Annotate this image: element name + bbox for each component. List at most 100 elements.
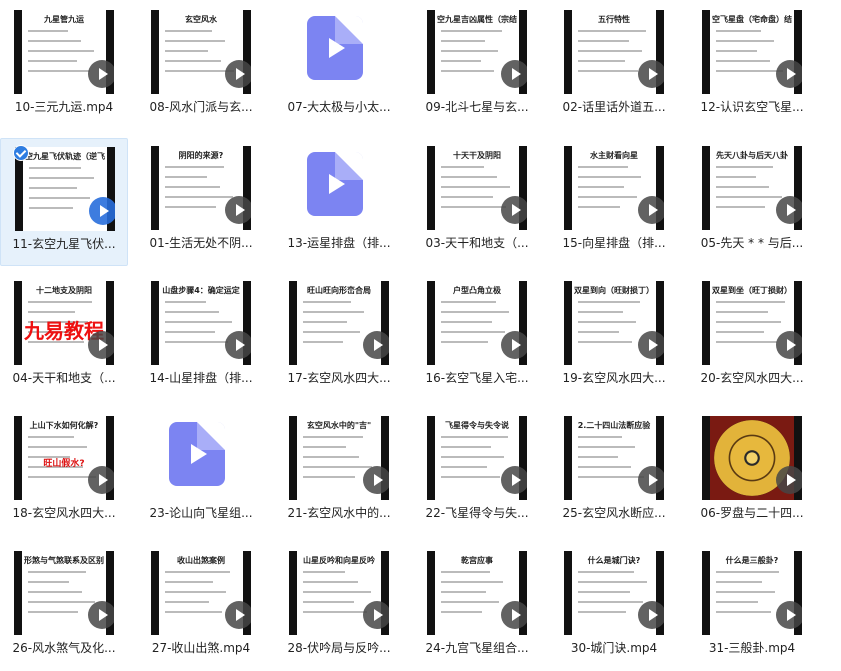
thumbnail-text-line	[165, 601, 209, 603]
file-tile[interactable]: 06-罗盘与二十四...	[688, 408, 816, 536]
thumbnail-text-line	[578, 321, 636, 323]
file-tile[interactable]: 玄空风水 08-风水门派与玄...	[137, 2, 265, 130]
play-button-icon[interactable]	[638, 601, 664, 629]
file-tile[interactable]: 空九星飞伏轨迹（逆飞 11-玄空九星飞伏...	[0, 138, 128, 266]
play-button-icon[interactable]	[363, 466, 389, 494]
file-tile[interactable]: 空九星吉凶属性（宗结 09-北斗七星与玄...	[413, 2, 541, 130]
play-button-icon[interactable]	[638, 196, 664, 224]
file-tile[interactable]: 户型凸角立极 16-玄空飞星入宅...	[413, 273, 541, 401]
file-tile[interactable]: 13-运星排盘（排...	[275, 138, 403, 266]
play-button-icon[interactable]	[776, 466, 802, 494]
play-button-icon[interactable]	[225, 601, 251, 629]
thumbnail-title: 空飞星盘（宅命盘）结	[712, 15, 792, 24]
thumbnail-text-line	[28, 30, 68, 32]
thumbnail-text-line	[303, 601, 354, 603]
file-tile[interactable]: 十天干及阴阳 03-天干和地支（...	[413, 138, 541, 266]
thumbnail-text-line	[303, 301, 351, 303]
thumbnail-text-line	[716, 301, 785, 303]
video-thumbnail: 形煞与气煞联系及区别	[14, 551, 114, 635]
file-tile[interactable]: 乾宫应事 24-九宫飞星组合...	[413, 543, 541, 671]
file-tile[interactable]: 先天八卦与后天八卦 05-先天 * * 与后...	[688, 138, 816, 266]
file-tile[interactable]: 九星管九运 10-三元九运.mp4	[0, 2, 128, 130]
play-button-icon[interactable]	[88, 466, 114, 494]
file-tile[interactable]: 双星到坐（旺丁损财） 20-玄空风水四大...	[688, 273, 816, 401]
thumbnail-text-line	[716, 311, 768, 313]
file-tile[interactable]: 水主财看向星 15-向星排盘（排...	[550, 138, 678, 266]
file-tile[interactable]: 2.二十四山法断应验 25-玄空风水断应...	[550, 408, 678, 536]
play-button-icon[interactable]	[501, 60, 527, 88]
file-tile[interactable]: 山盘步骤4：确定运定 14-山星排盘（排...	[137, 273, 265, 401]
file-tile[interactable]: 十二地支及阴阳 九易教程 04-天干和地支（...	[0, 273, 128, 401]
play-button-icon[interactable]	[88, 331, 114, 359]
play-button-icon[interactable]	[225, 196, 251, 224]
play-button-icon[interactable]	[363, 601, 389, 629]
thumbnail-text-line	[165, 571, 230, 573]
file-tile[interactable]: 双星到向（旺财损丁） 19-玄空风水四大...	[550, 273, 678, 401]
file-tile[interactable]: 玄空风水中的"吉" 21-玄空风水中的...	[275, 408, 403, 536]
video-thumbnail: 飞星得令与失令说	[427, 416, 527, 500]
thumbnail-text-line	[578, 311, 623, 313]
thumbnail-text-line	[441, 341, 488, 343]
file-name-label: 27-收山出煞.mp4	[151, 641, 251, 655]
file-tile[interactable]: 什么是三般卦? 31-三般卦.mp4	[688, 543, 816, 671]
play-button-icon[interactable]	[363, 331, 389, 359]
thumbnail-text-line	[441, 436, 508, 438]
video-thumbnail: 玄空风水中的"吉"	[289, 416, 389, 500]
thumbnail-title: 形煞与气煞联系及区别	[24, 556, 104, 565]
file-tile[interactable]: 收山出煞案例 27-收山出煞.mp4	[137, 543, 265, 671]
play-button-icon[interactable]	[638, 466, 664, 494]
file-tile[interactable]: 07-大太极与小太...	[275, 2, 403, 130]
thumbnail-text-line	[28, 446, 87, 448]
file-tile[interactable]: 形煞与气煞联系及区别 26-风水煞气及化...	[0, 543, 128, 671]
thumbnail-text-line	[578, 436, 622, 438]
thumbnail-text-line	[578, 50, 642, 52]
video-thumbnail: 收山出煞案例	[151, 551, 251, 635]
file-name-label: 24-九宫飞星组合...	[425, 641, 529, 655]
file-tile[interactable]: 上山下水如何化解? 旺山假水? 18-玄空风水四大...	[0, 408, 128, 536]
thumbnail-text-line	[441, 581, 503, 583]
thumbnail-text-line	[441, 456, 504, 458]
play-button-icon[interactable]	[638, 60, 664, 88]
play-button-icon[interactable]	[501, 331, 527, 359]
selected-check-icon[interactable]	[13, 145, 29, 161]
video-thumbnail: 旺山旺向形峦合局	[289, 281, 389, 365]
thumbnail-text-line	[29, 207, 73, 209]
play-button-icon[interactable]	[776, 196, 802, 224]
file-tile[interactable]: 空飞星盘（宅命盘）结 12-认识玄空飞星...	[688, 2, 816, 130]
thumbnail-text-line	[578, 196, 637, 198]
play-button-icon[interactable]	[776, 60, 802, 88]
file-name-label: 02-话里话外道五...	[562, 100, 666, 114]
play-button-icon[interactable]	[225, 331, 251, 359]
thumbnail-title: 九星管九运	[44, 15, 84, 24]
file-tile[interactable]: 旺山旺向形峦合局 17-玄空风水四大...	[275, 273, 403, 401]
file-tile[interactable]: 飞星得令与失令说 22-飞星得令与失...	[413, 408, 541, 536]
thumbnail-text-line	[716, 601, 758, 603]
file-tile[interactable]: 山星反吟和向星反吟 28-伏吟局与反吟...	[275, 543, 403, 671]
file-name-label: 30-城门诀.mp4	[570, 641, 658, 655]
play-button-icon[interactable]	[501, 196, 527, 224]
play-button-icon[interactable]	[88, 601, 114, 629]
file-name-label: 07-大太极与小太...	[287, 100, 391, 114]
file-tile[interactable]: 五行特性 02-话里话外道五...	[550, 2, 678, 130]
file-tile[interactable]: 阴阳的来源? 01-生活无处不阴...	[137, 138, 265, 266]
play-button-icon[interactable]	[88, 60, 114, 88]
video-thumbnail: 空九星飞伏轨迹（逆飞	[15, 147, 115, 231]
thumbnail-text-line	[716, 341, 777, 343]
play-button-icon[interactable]	[501, 601, 527, 629]
play-button-icon[interactable]	[776, 601, 802, 629]
file-tile[interactable]: 23-论山向飞星组...	[137, 408, 265, 536]
play-button-icon[interactable]	[225, 60, 251, 88]
thumbnail-title: 收山出煞案例	[177, 556, 225, 565]
thumbnail-text-line	[165, 331, 215, 333]
play-button-icon[interactable]	[501, 466, 527, 494]
play-button-icon[interactable]	[776, 331, 802, 359]
thumbnail-text-line	[716, 591, 775, 593]
play-button-icon[interactable]	[638, 331, 664, 359]
play-glyph-icon	[329, 38, 345, 58]
file-tile[interactable]: 什么是城门诀? 30-城门诀.mp4	[550, 543, 678, 671]
video-thumbnail: 什么是城门诀?	[564, 551, 664, 635]
play-button-icon[interactable]	[89, 197, 115, 225]
thumbnail-text-line	[578, 581, 647, 583]
thumbnail-text-line	[441, 321, 492, 323]
thumbnail-text-line	[441, 186, 510, 188]
